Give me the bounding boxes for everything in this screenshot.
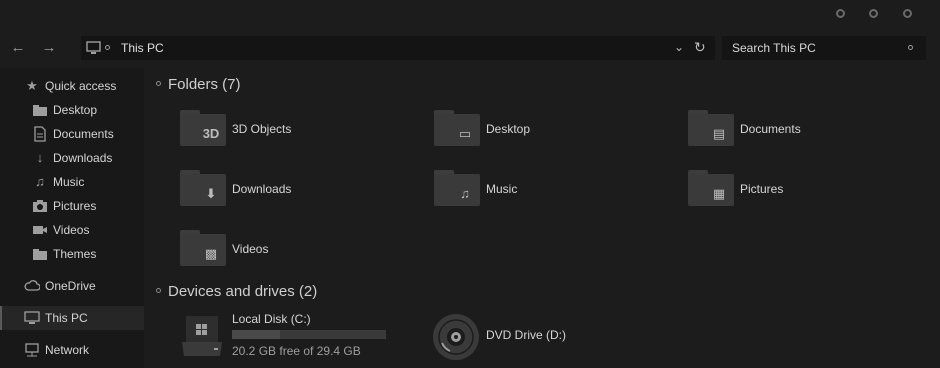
drive-item-local-disk[interactable]: Local Disk (C:) 20.2 GB free of 29.4 GB (178, 310, 398, 360)
document-icon: ▤ (688, 110, 734, 146)
folder-item-pictures[interactable]: ▦ Pictures (688, 170, 928, 216)
folder-name: Desktop (486, 122, 531, 136)
folder-item-documents[interactable]: ▤ Documents (688, 110, 928, 156)
maximize-icon[interactable] (869, 9, 878, 18)
sidebar-item-label: Desktop (53, 103, 98, 117)
folder-name: Pictures (740, 182, 784, 196)
sidebar-item-documents[interactable]: Documents (0, 122, 144, 146)
computer-icon (24, 311, 40, 324)
drive-item-dvd[interactable]: DVD Drive (D:) (432, 310, 652, 360)
folders-header[interactable]: Folders (7) (156, 76, 241, 93)
download-icon: ↓ (36, 150, 44, 165)
cloud-icon (24, 280, 40, 291)
folder-item-desktop[interactable]: ▭ Desktop (434, 110, 674, 156)
drive-name: DVD Drive (D:) (486, 328, 566, 342)
sidebar-item-label: OneDrive (45, 279, 96, 293)
sidebar-item-label: Themes (53, 247, 97, 261)
arrow-left-icon: ← (10, 39, 26, 56)
folder-name: Music (486, 182, 518, 196)
folder-icon (33, 249, 47, 260)
sidebar-item-pictures[interactable]: Pictures (0, 194, 144, 218)
sidebar-item-network[interactable]: Network (0, 338, 144, 362)
sidebar-item-label: Pictures (53, 199, 97, 213)
minimize-icon[interactable] (836, 9, 845, 18)
sidebar-item-label: Music (53, 175, 85, 189)
folder-name: Documents (740, 122, 801, 136)
sidebar-item-label: This PC (45, 311, 88, 325)
pictures-icon: ▦ (688, 170, 734, 206)
folder-name: 3D Objects (232, 122, 292, 136)
refresh-icon[interactable]: ↻ (694, 39, 706, 56)
drive-free-space: 20.2 GB free of 29.4 GB (232, 344, 361, 358)
3d-objects-icon: 3D (180, 110, 226, 146)
dvd-drive-icon (433, 314, 479, 360)
music-icon: ♫ (434, 170, 480, 206)
search-icon[interactable] (908, 45, 913, 50)
folder-icon (33, 105, 47, 116)
folder-item-music[interactable]: ♫ Music (434, 170, 674, 216)
sidebar-item-themes[interactable]: Themes (0, 242, 144, 266)
sidebar-item-downloads[interactable]: ↓ Downloads (0, 146, 144, 170)
address-path[interactable]: This PC (121, 41, 164, 55)
folder-item-downloads[interactable]: ⬇ Downloads (180, 170, 420, 216)
desktop-icon: ▭ (434, 110, 480, 146)
search-placeholder: Search This PC (732, 41, 816, 55)
sidebar-item-desktop[interactable]: Desktop (0, 98, 144, 122)
collapse-icon (156, 287, 161, 293)
drives-header-title: Devices and drives (2) (168, 283, 318, 300)
sidebar-item-quick-access[interactable]: ★ Quick access (0, 74, 144, 98)
address-bar[interactable]: This PC ⌄ ↻ (81, 36, 715, 60)
forward-button[interactable]: → (39, 38, 59, 58)
video-icon: ▩ (180, 230, 226, 266)
back-button[interactable]: ← (8, 38, 28, 58)
folder-name: Downloads (232, 182, 292, 196)
sidebar: ★ Quick access Desktop Documents ↓ Downl… (0, 68, 144, 368)
sidebar-item-this-pc[interactable]: This PC (0, 306, 144, 330)
folder-item-videos[interactable]: ▩ Videos (180, 230, 420, 276)
sidebar-item-label: Network (45, 343, 90, 357)
hard-drive-icon (182, 316, 222, 356)
path-separator-icon (105, 45, 110, 50)
folder-name: Videos (232, 242, 269, 256)
sidebar-item-label: Downloads (53, 151, 113, 165)
close-icon[interactable] (903, 9, 912, 18)
sidebar-item-videos[interactable]: Videos (0, 218, 144, 242)
drive-usage-bar (232, 330, 386, 339)
sidebar-item-label: Videos (53, 223, 90, 237)
content-pane: Folders (7) 3D 3D Objects ▭ Desktop ▤ Do… (144, 68, 940, 368)
collapse-icon (156, 80, 161, 86)
chevron-down-icon[interactable]: ⌄ (674, 40, 684, 54)
star-icon: ★ (26, 78, 38, 93)
sidebar-item-music[interactable]: ♫ Music (0, 170, 144, 194)
sidebar-item-label: Documents (53, 127, 114, 141)
folders-header-title: Folders (7) (168, 76, 241, 93)
document-icon (34, 126, 46, 142)
sidebar-item-onedrive[interactable]: OneDrive (0, 274, 144, 298)
network-icon (25, 343, 39, 357)
search-input[interactable]: Search This PC (722, 36, 926, 60)
computer-icon (86, 41, 101, 54)
arrow-right-icon: → (41, 39, 57, 56)
folder-item-3d-objects[interactable]: 3D 3D Objects (180, 110, 420, 156)
download-icon: ⬇ (180, 170, 226, 206)
title-bar (0, 0, 940, 30)
camera-icon (33, 200, 47, 212)
music-icon: ♫ (35, 174, 45, 189)
drive-name: Local Disk (C:) (232, 312, 311, 326)
video-icon (33, 226, 47, 234)
drives-header[interactable]: Devices and drives (2) (156, 283, 317, 300)
sidebar-item-label: Quick access (45, 79, 117, 93)
